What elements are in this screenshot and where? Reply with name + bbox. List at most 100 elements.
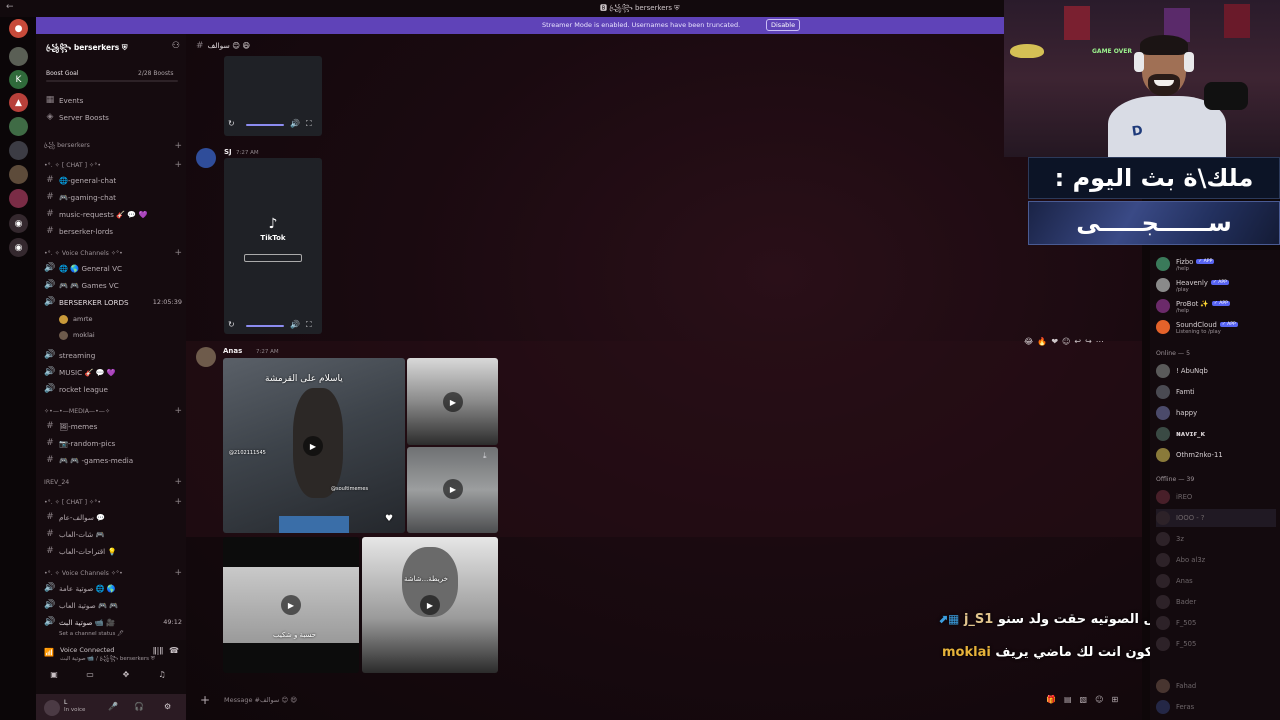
member-item[interactable]: Fahad — [1156, 677, 1196, 695]
member-item[interactable]: Abo al3z — [1156, 551, 1205, 569]
member-item[interactable]: SoundCloud ✓ APP Listening to /play — [1156, 318, 1238, 336]
server-icon[interactable]: ▲ — [9, 93, 28, 112]
server-icon[interactable] — [9, 47, 28, 66]
member-item[interactable]: Othm2nko-11 — [1156, 446, 1223, 464]
message-author[interactable]: SJ — [224, 148, 232, 156]
media-attachment[interactable]: ▶ خريطة...شاشة — [362, 537, 498, 673]
channel-games-ar[interactable]: # شات-العاب 🎮 — [44, 527, 182, 541]
screen-share-icon[interactable]: ▭ — [78, 670, 102, 684]
add-channel-icon[interactable]: + — [174, 568, 182, 578]
attach-plus-icon[interactable]: + — [200, 693, 210, 707]
server-icon[interactable] — [9, 117, 28, 136]
play-icon[interactable]: ▶ — [443, 479, 463, 499]
channel-status-hint[interactable]: Set a channel status 🖊 — [59, 628, 124, 640]
add-channel-icon[interactable]: + — [174, 497, 182, 507]
channel-general-chat[interactable]: # 🌐-general-chat — [44, 173, 182, 187]
voice-channel-streaming[interactable]: 🔊 streaming — [44, 348, 182, 362]
channel-random-pics[interactable]: # 📷-random-pics — [44, 436, 182, 450]
microphone-icon[interactable]: 🎤 — [108, 702, 118, 711]
message-author[interactable]: Anas — [223, 347, 242, 355]
member-item[interactable]: happy — [1156, 404, 1197, 422]
voice-user[interactable]: amrte — [59, 313, 93, 325]
discord-home-icon[interactable]: ● — [9, 19, 28, 38]
signal-icon[interactable]: 📶 — [44, 648, 54, 657]
activities-icon[interactable]: ✥ — [114, 670, 138, 684]
category-irev[interactable]: IREV_24 + — [44, 476, 182, 488]
voice-channel-games[interactable]: 🔊 🎮 🎮 Games VC — [44, 278, 182, 292]
voice-channel-stream-ar[interactable]: 🔊 صوتية البث 📹 🎥 49:12 — [44, 615, 182, 629]
reaction-emoji-icon[interactable]: ❤ — [1051, 337, 1058, 353]
member-item[interactable]: ProBot ✨ ✓ APP/help — [1156, 297, 1230, 315]
add-channel-icon[interactable]: + — [174, 248, 182, 258]
voice-connected-subtitle[interactable]: صوتية البث 📹 / ꧁ꦿ꧂ berserkers ⛨ — [60, 655, 155, 666]
member-item[interactable]: IOOO - ? — [1156, 509, 1276, 527]
more-options-icon[interactable]: ⋯ — [1096, 337, 1104, 353]
channel-suggestions-ar[interactable]: # اقتراحات-العاب 💡 — [44, 544, 182, 558]
video-embed[interactable]: ↻ 🔊 ⛶ — [224, 56, 322, 136]
server-icon[interactable]: K — [9, 70, 28, 89]
sidebar-item-events[interactable]: ▦ Events — [44, 93, 182, 107]
play-icon[interactable]: ▶ — [281, 595, 301, 615]
media-attachment[interactable]: ياسلام على القرمشة @2102111545 @soultime… — [223, 358, 405, 533]
media-attachment[interactable]: ▶ — [407, 358, 498, 445]
member-item[interactable]: F_505 — [1156, 614, 1196, 632]
server-icon[interactable] — [9, 165, 28, 184]
disconnect-icon[interactable]: ☎ — [162, 646, 186, 660]
member-item[interactable]: Fizbo ✓ APP/help — [1156, 255, 1215, 273]
voice-user[interactable]: moklai — [59, 329, 95, 341]
add-channel-icon[interactable]: + — [174, 160, 182, 170]
avatar[interactable] — [196, 347, 216, 367]
add-reaction-icon[interactable]: ☺ — [1062, 337, 1070, 353]
member-item[interactable]: Anas — [1156, 572, 1193, 590]
headphones-icon[interactable]: 🎧 — [134, 702, 144, 711]
media-attachment[interactable]: ▶ ⤓ — [407, 447, 498, 533]
voice-channel-berserker-lords[interactable]: 🔊 BERSERKER LORDS 12:05:39 — [44, 295, 182, 309]
forward-icon[interactable]: ↪ — [1085, 337, 1092, 353]
member-item[interactable]: 3z — [1156, 530, 1184, 548]
reaction-emoji-icon[interactable]: 🔥 — [1037, 337, 1047, 353]
fullscreen-icon[interactable]: ⛶ — [306, 119, 312, 129]
soundboard-icon[interactable]: ♫ — [150, 670, 174, 684]
play-icon[interactable]: ▶ — [303, 436, 323, 456]
play-icon[interactable]: ▶ — [420, 595, 440, 615]
volume-icon[interactable]: 🔊 — [290, 119, 300, 128]
apps-icon[interactable]: ⊞ — [1111, 695, 1118, 704]
member-item[interactable]: Famti — [1156, 383, 1195, 401]
channel-gaming-chat[interactable]: # 🎮-gaming-chat — [44, 190, 182, 204]
member-item[interactable]: F_505 — [1156, 635, 1196, 653]
voice-channel-general-ar[interactable]: 🔊 صوتية عامة 🌐 🌎 — [44, 581, 182, 595]
add-member-icon[interactable]: ⚇ — [172, 41, 180, 51]
message-composer[interactable]: + Message #سوالف 😊 😄 🎁 ▤ ▧ ☺ ⊞ — [196, 690, 1132, 712]
settings-gear-icon[interactable]: ⚙ — [164, 702, 171, 711]
category-berserkers[interactable]: ꧁ꦿ berserkers + — [44, 140, 182, 152]
reply-icon[interactable]: ↩ — [1074, 337, 1081, 353]
voice-channel-music[interactable]: 🔊 MUSIC 🎸 💬 💜 — [44, 365, 182, 379]
emoji-icon[interactable]: ☺ — [1095, 695, 1103, 704]
play-icon[interactable]: ▶ — [443, 392, 463, 412]
message-input[interactable]: Message #سوالف 😊 😄 — [224, 696, 297, 704]
camera-off-icon[interactable]: ▣ — [42, 670, 66, 684]
gif-icon[interactable]: ▤ — [1064, 695, 1072, 704]
back-arrow-icon[interactable]: ← — [6, 2, 14, 12]
discover-icon[interactable]: ◉ — [9, 238, 28, 257]
voice-channel-rocket-league[interactable]: 🔊 rocket league — [44, 382, 182, 396]
category-voice-channels-2[interactable]: •°. ✧ Voice Channels ✧°• + — [44, 567, 182, 579]
replay-icon[interactable]: ↻ — [228, 320, 235, 329]
reaction-emoji-icon[interactable]: 😂 — [1024, 337, 1033, 353]
add-channel-icon[interactable]: + — [174, 141, 182, 151]
add-channel-icon[interactable]: + — [174, 406, 182, 416]
channel-berserker-lords[interactable]: # berserker-lords — [44, 224, 182, 238]
video-progress-bar[interactable] — [246, 124, 284, 126]
category-chat-2[interactable]: •°. ✧ [ CHAT ] ✧°• + — [44, 496, 182, 508]
category-voice-channels[interactable]: •°. ✧ Voice Channels ✧°• + — [44, 247, 182, 259]
gift-icon[interactable]: 🎁 — [1046, 695, 1056, 704]
avatar[interactable] — [196, 148, 216, 168]
member-item[interactable]: ɴᴀᴠɪғ_ᴋ — [1156, 425, 1205, 443]
fullscreen-icon[interactable]: ⛶ — [306, 320, 312, 330]
volume-icon[interactable]: 🔊 — [290, 320, 300, 329]
tiktok-video-embed[interactable]: ♪ TikTok ↻ 🔊 ⛶ — [224, 158, 322, 334]
download-icon[interactable]: ⤓ — [483, 451, 487, 461]
member-item[interactable]: iREO — [1156, 488, 1192, 506]
avatar[interactable] — [44, 700, 60, 716]
channel-music-requests[interactable]: # music-requests 🎸 💬 💜 — [44, 207, 182, 221]
